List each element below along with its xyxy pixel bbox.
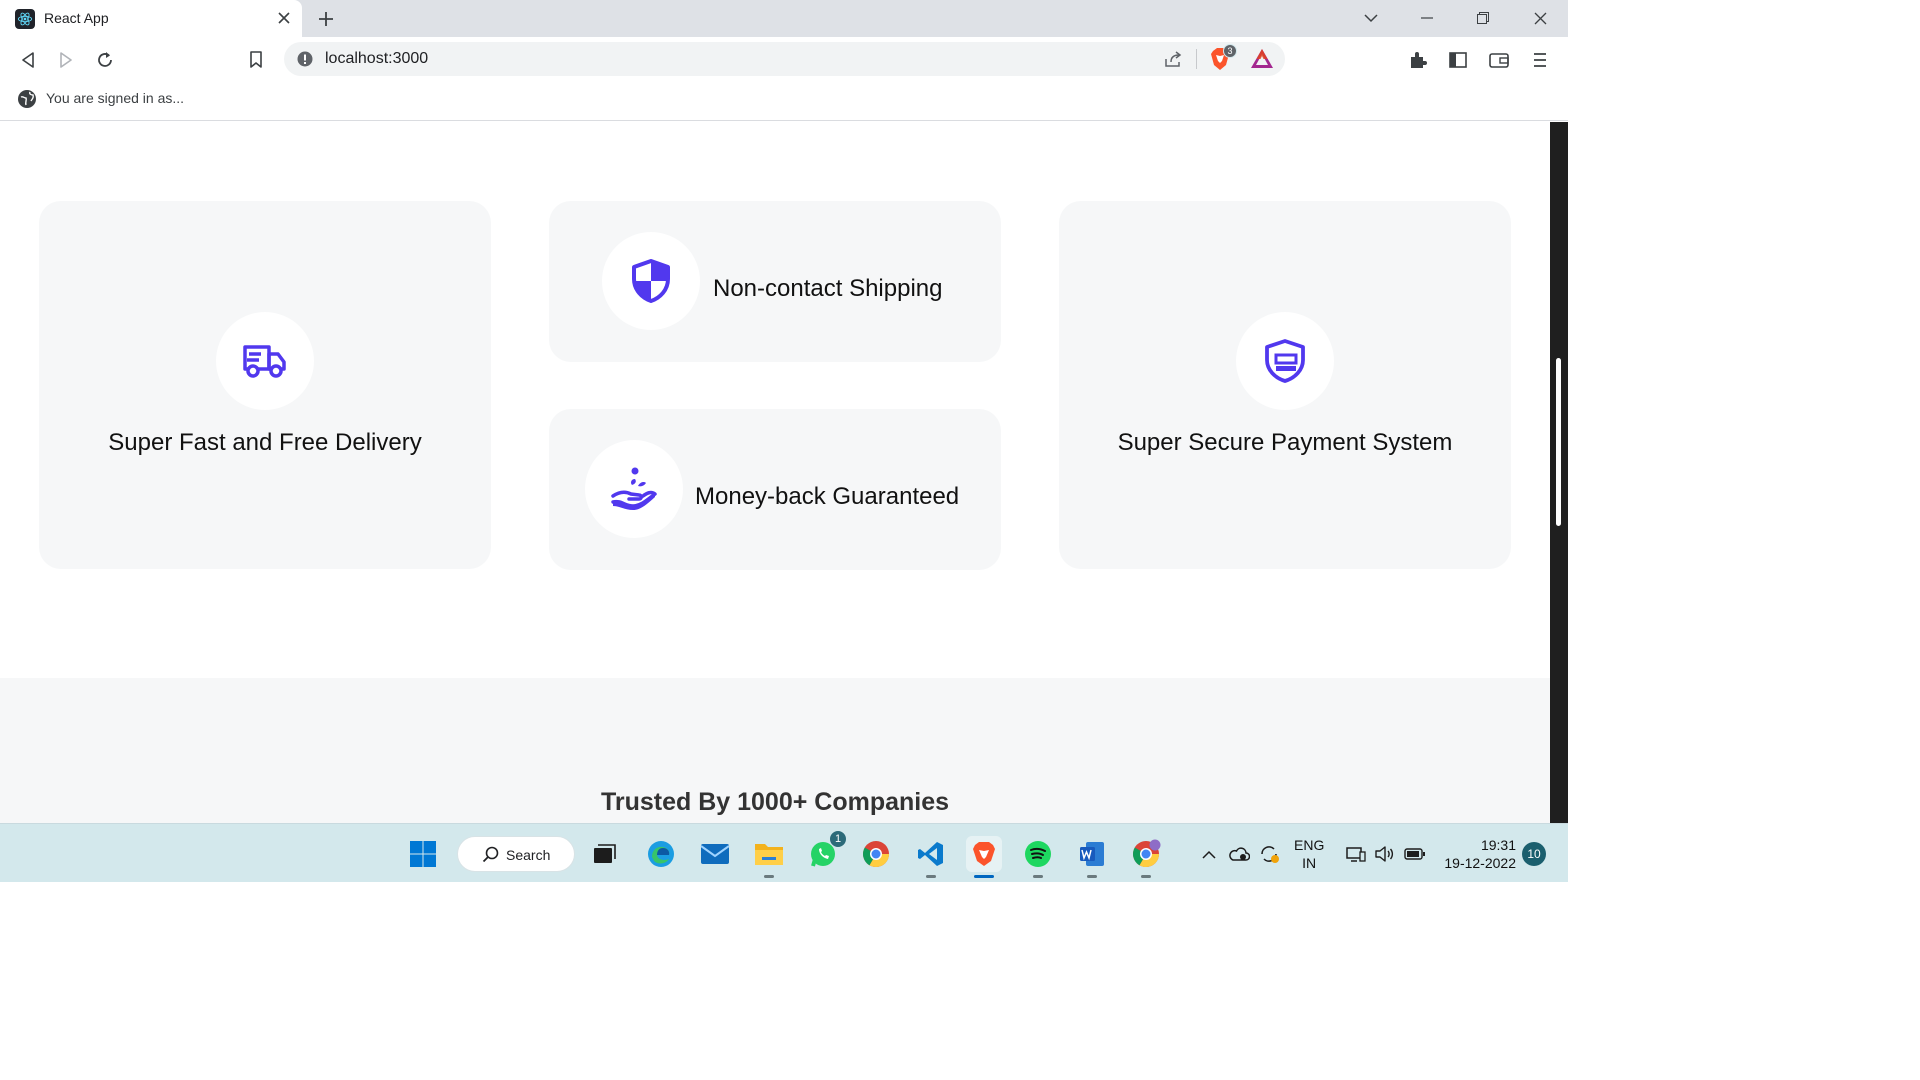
service-card-shipping: Non-contact Shipping (549, 201, 1001, 362)
site-info-icon[interactable] (296, 50, 314, 68)
clock-time: 19:31 (1480, 837, 1516, 853)
minimize-icon[interactable] (1414, 6, 1440, 30)
scrollbar-thumb[interactable] (1556, 358, 1561, 526)
shipping-label: Non-contact Shipping (713, 275, 943, 302)
browser-toolbar: localhost:3000 3 (0, 37, 1568, 82)
battery-icon[interactable] (1402, 836, 1428, 872)
vscode-icon[interactable] (913, 836, 949, 878)
search-label: Search (506, 847, 551, 863)
network-icon[interactable] (1343, 836, 1369, 872)
language-line2: IN (1302, 855, 1317, 871)
language-indicator[interactable]: ENG IN (1294, 836, 1324, 872)
moneyback-icon-circle (585, 440, 683, 538)
trusted-title: Trusted By 1000+ Companies (600, 788, 950, 816)
language-line1: ENG (1294, 837, 1325, 853)
delivery-icon-circle (216, 312, 314, 410)
tab-title: React App (44, 10, 109, 26)
whatsapp-icon[interactable]: 1 (805, 830, 847, 872)
bookmark-icon[interactable] (243, 47, 269, 73)
sidebar-icon[interactable] (1445, 47, 1471, 73)
wallet-icon[interactable] (1486, 47, 1512, 73)
reload-icon[interactable] (92, 47, 118, 73)
close-window-icon[interactable] (1527, 6, 1553, 30)
edge-icon[interactable] (643, 836, 679, 872)
brave-rewards-icon[interactable] (1250, 47, 1274, 71)
address-bar[interactable]: localhost:3000 3 (284, 42, 1285, 76)
shield-icon (632, 259, 670, 303)
chrome-icon[interactable] (858, 836, 894, 872)
whatsapp-badge: 1 (829, 830, 847, 848)
search-icon (482, 846, 499, 863)
menu-icon[interactable] (1527, 47, 1553, 73)
word-icon[interactable] (1074, 836, 1110, 878)
trusted-section: Trusted By 1000+ Companies (0, 678, 1550, 823)
service-card-payment: Super Secure Payment System (1059, 201, 1511, 569)
tab-strip: React App (0, 0, 1568, 37)
shipping-icon-circle (602, 232, 700, 330)
chrome-profile-icon[interactable] (1128, 836, 1164, 878)
show-hidden-icons-chevron-icon[interactable] (1196, 836, 1222, 872)
chrome-profile-running-indicator (1141, 875, 1151, 878)
share-icon[interactable] (1162, 48, 1184, 70)
payment-icon-circle (1236, 312, 1334, 410)
moneyback-label: Money-back Guaranteed (695, 483, 960, 510)
signed-in-text: You are signed in as... (46, 90, 185, 106)
onedrive-icon[interactable] (1226, 836, 1252, 872)
volume-icon[interactable] (1371, 836, 1397, 872)
file-explorer-icon[interactable] (751, 836, 787, 878)
restore-icon[interactable] (1470, 6, 1496, 30)
brave-active-indicator (974, 875, 994, 878)
notification-count-badge[interactable]: 10 (1522, 842, 1546, 866)
vscode-running-indicator (926, 875, 936, 878)
payment-label: Super Secure Payment System (1117, 429, 1453, 456)
forward-icon[interactable] (53, 47, 79, 73)
page-viewport: Super Fast and Free Delivery Non-contact… (0, 122, 1550, 823)
spotify-running-indicator (1033, 875, 1043, 878)
file-explorer-running-indicator (764, 875, 774, 878)
brave-taskbar-icon[interactable] (966, 836, 1002, 878)
tab-search-chevron-icon[interactable] (1358, 6, 1384, 30)
hand-money-icon (611, 467, 657, 510)
service-card-delivery: Super Fast and Free Delivery (39, 201, 491, 569)
omnibox-divider (1196, 49, 1197, 69)
service-card-moneyback: Money-back Guaranteed (549, 409, 1001, 570)
brave-shields-icon[interactable]: 3 (1209, 44, 1237, 72)
page-scrollbar[interactable] (1550, 122, 1568, 823)
windows-taskbar: Search 1 ENG IN 19:31 19-12-2022 10 (0, 823, 1568, 882)
account-globe-icon (17, 89, 37, 109)
spotify-icon[interactable] (1020, 836, 1056, 878)
task-view-icon[interactable] (586, 836, 622, 872)
browser-tab[interactable]: React App (0, 0, 302, 37)
signed-in-infobar: You are signed in as... (0, 82, 1568, 121)
extensions-icon[interactable] (1405, 47, 1431, 73)
close-tab-icon[interactable] (274, 8, 294, 28)
secure-payment-icon (1265, 339, 1305, 383)
clock-date: 19-12-2022 (1444, 855, 1516, 871)
new-tab-icon[interactable] (314, 7, 338, 31)
back-icon[interactable] (15, 47, 41, 73)
brave-shield-count: 3 (1223, 44, 1237, 58)
truck-icon (243, 345, 286, 378)
word-running-indicator (1087, 875, 1097, 878)
delivery-label: Super Fast and Free Delivery (108, 429, 422, 456)
url-text[interactable]: localhost:3000 (325, 50, 428, 68)
react-favicon-icon (15, 9, 35, 29)
taskbar-clock[interactable]: 19:31 19-12-2022 (1440, 836, 1516, 872)
sync-icon[interactable] (1256, 836, 1282, 872)
mail-icon[interactable] (697, 836, 733, 872)
windows-start-icon[interactable] (405, 836, 441, 872)
taskbar-search[interactable]: Search (457, 836, 575, 872)
